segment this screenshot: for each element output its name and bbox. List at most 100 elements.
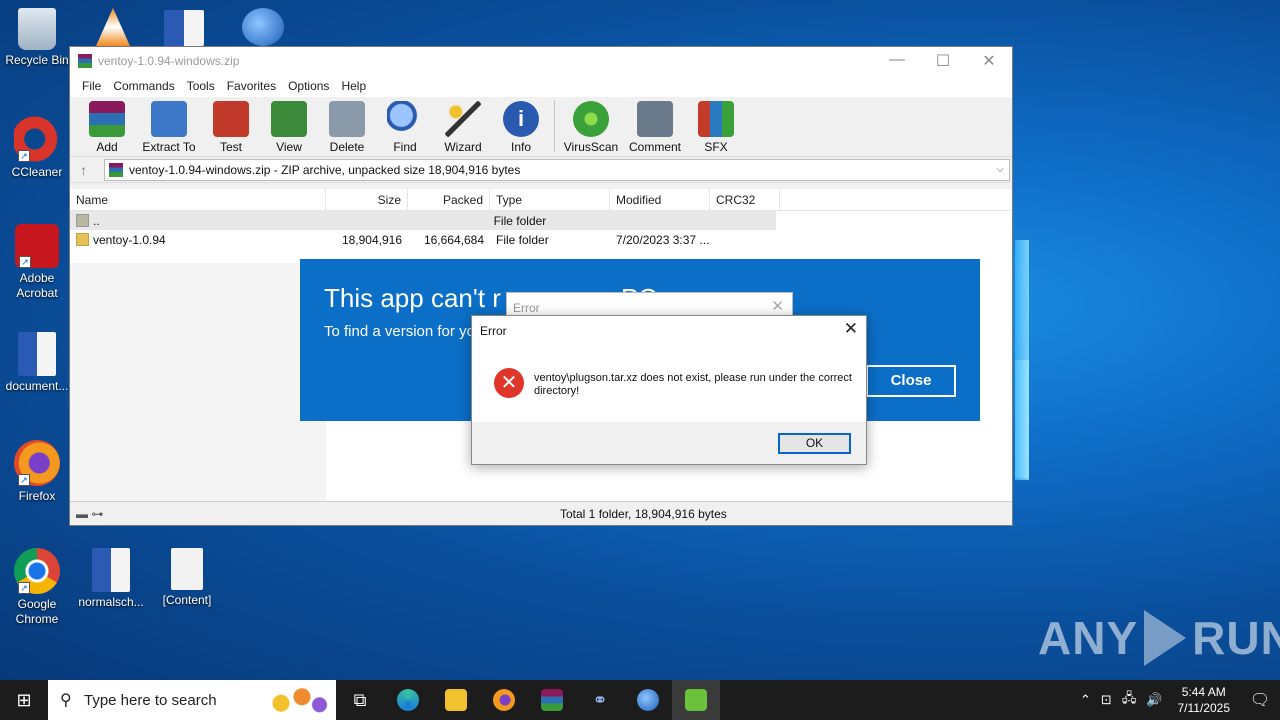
column-packed[interactable]: Packed [408,189,490,210]
search-box[interactable]: ⚲ Type here to search [48,680,336,720]
wizard-wand-icon [445,101,481,137]
volume-icon[interactable]: 🔊 [1141,692,1167,708]
folder-icon [76,233,89,246]
search-icon: ⚲ [60,692,72,709]
ok-button[interactable]: OK [778,433,851,454]
app-cant-run-subtitle: To find a version for yo [324,323,475,340]
menu-help[interactable]: Help [335,79,372,93]
find-button[interactable]: Find [376,101,434,156]
wizard-button[interactable]: Wizard [434,101,492,156]
winrar-icon [109,162,123,177]
word-document-icon[interactable] [164,10,204,46]
list-empty-area [70,263,326,503]
drive-status-icon: ▬ ⊶ [76,506,104,521]
menu-options[interactable]: Options [282,79,335,93]
desktop-icon-content[interactable]: [Content] [150,548,224,608]
recycle-bin-icon [18,8,56,50]
address-bar: ↑ ventoy-1.0.94-windows.zip - ZIP archiv… [70,157,1012,183]
window-title: ventoy-1.0.94-windows.zip [98,54,240,68]
column-crc32[interactable]: CRC32 [710,189,780,210]
desktop-icon-document[interactable]: document... [0,332,74,394]
play-icon [1144,610,1187,666]
desktop-icon-ccleaner[interactable]: ↗ CCleaner [0,116,74,180]
column-size[interactable]: Size [326,189,408,210]
word-document-icon [92,548,130,592]
extract-to-button[interactable]: Extract To [136,101,202,156]
network-icon[interactable]: 🖧 [1117,689,1142,711]
error-dialog-title: Error [513,301,540,315]
up-arrow-icon[interactable]: ↑ [80,162,104,178]
sfx-books-icon [698,101,734,137]
shortcut-arrow-icon: ↗ [18,474,30,486]
start-button[interactable]: ⊞ [0,680,48,720]
menu-file[interactable]: File [76,79,107,93]
table-row[interactable]: .. File folder [70,211,776,230]
chevron-up-icon[interactable]: ⌃ [1075,692,1096,708]
sfx-button[interactable]: SFX [687,101,745,156]
taskbar-ventoy[interactable] [672,680,720,720]
table-row[interactable]: ventoy-1.0.94 18,904,916 16,664,684 File… [70,230,1012,249]
windows-logo-icon: ⊞ [16,689,32,710]
shortcut-arrow-icon: ↗ [19,256,31,268]
vlc-icon[interactable] [96,8,130,46]
notification-icon[interactable]: 🗨 [1240,690,1280,710]
test-button[interactable]: Test [202,101,260,156]
winrar-icon [541,689,563,711]
file-list-header: Name Size Packed Type Modified CRC32 [70,189,1012,211]
clock[interactable]: 5:44 AM 7/11/2025 [1168,684,1241,716]
menu-tools[interactable]: Tools [181,79,221,93]
taskbar-app[interactable] [624,680,672,720]
virusscan-button[interactable]: VirusScan [559,101,623,156]
delete-bin-icon [329,101,365,137]
edge-icon [397,689,419,711]
taskbar-firefox[interactable] [480,680,528,720]
close-icon[interactable]: ✕ [771,297,784,315]
column-name[interactable]: Name [70,189,326,210]
comment-button[interactable]: Comment [623,101,687,156]
close-icon[interactable]: ✕ [844,319,858,339]
anyrun-watermark: ANY RUN [1038,610,1280,666]
menu-favorites[interactable]: Favorites [221,79,282,93]
taskbar: ⊞ ⚲ Type here to search ⧉ ⚭ ⌃ ⊡ 🖧 🔊 5:44… [0,680,1280,720]
desktop: Recycle Bin ↗ CCleaner ↗ Adobe Acrobat d… [0,0,1280,680]
info-button[interactable]: i Info [492,101,550,156]
desktop-icon-google-chrome[interactable]: ↗ Google Chrome [0,548,74,627]
search-placeholder: Type here to search [84,691,217,709]
maximize-button[interactable]: ☐ [920,51,966,71]
virus-scan-icon [573,101,609,137]
window-titlebar[interactable]: ventoy-1.0.94-windows.zip — ☐ ✕ [70,47,1012,75]
blank-file-icon [171,548,203,590]
taskbar-link-app[interactable]: ⚭ [576,680,624,720]
close-window-button[interactable]: ✕ [966,51,1012,71]
ccleaner-icon: ↗ [14,116,60,162]
task-view-button[interactable]: ⧉ [336,680,384,720]
error-dialog: Error ✕ ✕ ventoy\plugson.tar.xz does not… [471,315,867,465]
desktop-icon-firefox[interactable]: ↗ Firefox [0,440,74,504]
column-type[interactable]: Type [490,189,610,210]
search-highlight-image [260,684,330,716]
close-button[interactable]: Close [866,365,956,397]
error-dialog-footer: OK [472,422,866,464]
address-field[interactable]: ventoy-1.0.94-windows.zip - ZIP archive,… [104,158,1010,181]
taskbar-file-explorer[interactable] [432,680,480,720]
taskbar-winrar[interactable] [528,680,576,720]
status-bar: ▬ ⊶ Total 1 folder, 18,904,916 bytes [70,501,1012,525]
menu-commands[interactable]: Commands [107,79,180,93]
desktop-icon-recycle-bin[interactable]: Recycle Bin [0,8,74,68]
word-document-icon [18,332,56,376]
link-icon: ⚭ [592,689,608,710]
task-view-icon: ⧉ [353,689,367,710]
device-icon[interactable]: ⊡ [1096,692,1117,708]
taskbar-edge[interactable] [384,680,432,720]
toolbar: Add Extract To Test View Delete Find Wiz… [70,97,1012,157]
desktop-icon-normalsch[interactable]: normalsch... [74,548,148,610]
comment-icon [637,101,673,137]
app-icon[interactable] [242,8,284,46]
chevron-down-icon[interactable]: ⌵ [991,164,1009,175]
column-modified[interactable]: Modified [610,189,710,210]
desktop-icon-adobe-acrobat[interactable]: ↗ Adobe Acrobat [0,224,74,301]
delete-button[interactable]: Delete [318,101,376,156]
minimize-button[interactable]: — [874,51,920,71]
add-button[interactable]: Add [78,101,136,156]
view-button[interactable]: View [260,101,318,156]
